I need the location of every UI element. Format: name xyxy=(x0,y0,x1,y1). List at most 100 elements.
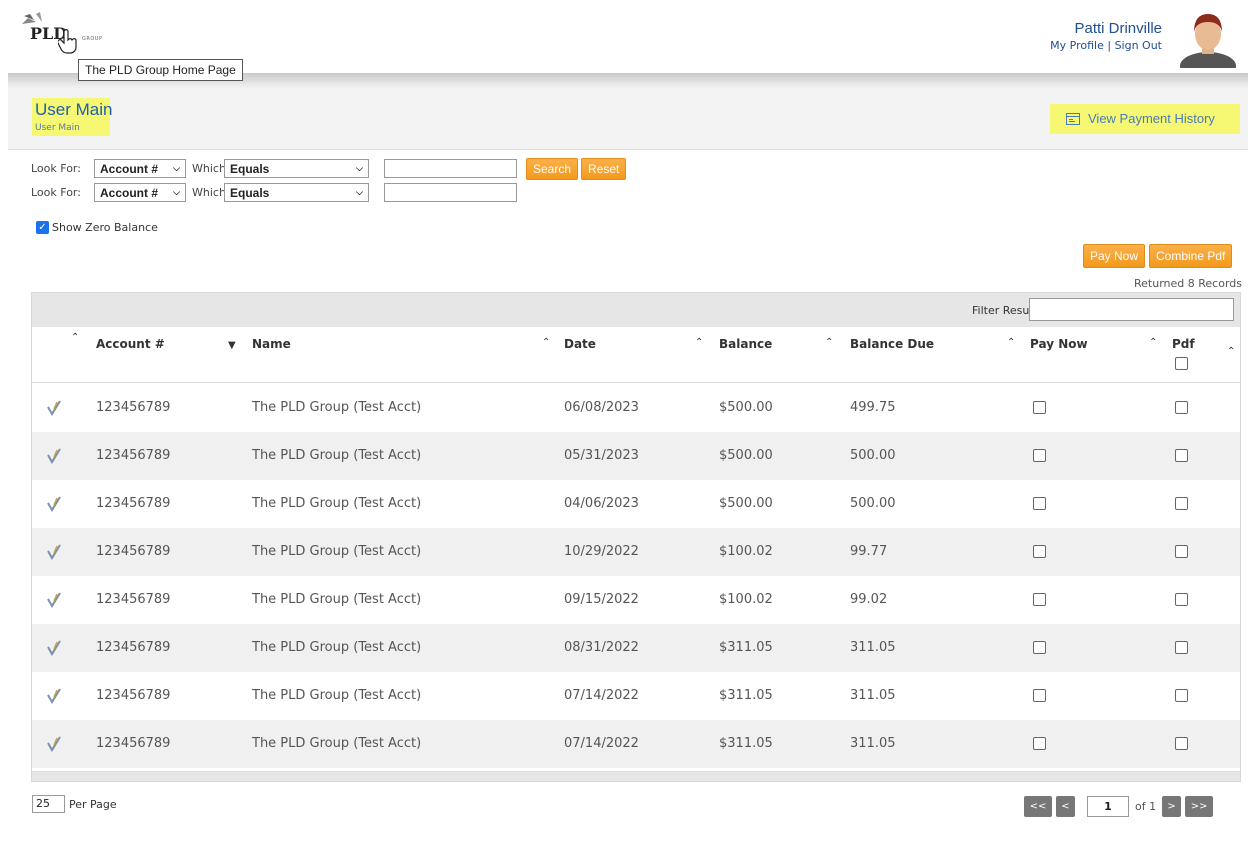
sort-up-icon[interactable]: ⌃ xyxy=(1149,337,1157,348)
checkmark-pen-icon[interactable] xyxy=(45,447,63,465)
table-row: 123456789 The PLD Group (Test Acct) 10/29/… xyxy=(32,528,1240,576)
sort-down-icon[interactable]: ▼ xyxy=(228,340,236,351)
table-row: 123456789 The PLD Group (Test Acct) 05/31/… xyxy=(32,432,1240,480)
per-page-label: Per Page xyxy=(69,797,117,811)
sort-up-icon[interactable]: ⌃ xyxy=(825,337,833,348)
checkmark-pen-icon[interactable] xyxy=(45,399,63,417)
cell-date: 07/14/2022 xyxy=(564,736,639,751)
sort-up-icon[interactable]: ⌃ xyxy=(71,332,79,343)
checkmark-pen-icon[interactable] xyxy=(45,687,63,705)
cell-balance: $311.05 xyxy=(719,688,773,703)
pdf-checkbox[interactable] xyxy=(1175,497,1188,510)
cell-name: The PLD Group (Test Acct) xyxy=(252,592,422,607)
cell-balance-due: 311.05 xyxy=(850,688,896,703)
avatar[interactable] xyxy=(1178,10,1238,68)
sign-out-link[interactable]: Sign Out xyxy=(1115,39,1162,52)
checkmark-pen-icon[interactable] xyxy=(45,495,63,513)
payment-history-icon xyxy=(1066,112,1080,125)
table-row: 123456789 The PLD Group (Test Acct) 07/14/… xyxy=(32,720,1240,768)
view-payment-history-link[interactable]: View Payment History xyxy=(1066,111,1215,126)
pdf-checkbox[interactable] xyxy=(1175,641,1188,654)
pdf-checkbox[interactable] xyxy=(1175,545,1188,558)
field-select-1[interactable]: Account # ⌵ xyxy=(94,159,186,178)
cell-balance-due: 500.00 xyxy=(850,496,896,511)
filter-results-input[interactable] xyxy=(1029,298,1234,321)
reset-button[interactable]: Reset xyxy=(581,157,627,180)
chevron-down-icon: ⌵ xyxy=(356,163,363,173)
pay-now-checkbox[interactable] xyxy=(1033,593,1046,606)
pay-now-checkbox[interactable] xyxy=(1033,449,1046,462)
cell-balance: $100.02 xyxy=(719,592,773,607)
cell-account: 123456789 xyxy=(96,592,171,607)
pay-now-checkbox[interactable] xyxy=(1033,689,1046,702)
combine-pdf-button[interactable]: Combine Pdf xyxy=(1149,244,1233,268)
cell-name: The PLD Group (Test Acct) xyxy=(252,640,422,655)
pld-logo[interactable]: PLD GROUP xyxy=(20,10,120,54)
search-row-2: Look For: Account # ⌵ Which Equals ⌵ xyxy=(31,183,517,202)
page-of-label: of 1 xyxy=(1135,800,1157,813)
pay-now-checkbox[interactable] xyxy=(1033,641,1046,654)
pdf-checkbox[interactable] xyxy=(1175,737,1188,750)
cell-date: 09/15/2022 xyxy=(564,592,639,607)
sort-up-icon[interactable]: ⌃ xyxy=(542,337,550,348)
field-select-value: Account # xyxy=(100,185,159,200)
pdf-checkbox[interactable] xyxy=(1175,401,1188,414)
pdf-select-all-checkbox[interactable] xyxy=(1175,357,1188,370)
operator-select-1[interactable]: Equals ⌵ xyxy=(224,159,369,178)
cell-date: 04/06/2023 xyxy=(564,496,639,511)
cell-balance-due: 99.77 xyxy=(850,544,888,559)
user-links: My Profile | Sign Out xyxy=(1050,39,1162,52)
search-value-input-1[interactable] xyxy=(384,159,517,178)
pay-now-checkbox[interactable] xyxy=(1033,497,1046,510)
operator-select-value: Equals xyxy=(230,161,270,176)
checkmark-pen-icon[interactable] xyxy=(45,639,63,657)
col-balance-due[interactable]: Balance Due xyxy=(850,337,934,351)
pay-now-checkbox[interactable] xyxy=(1033,401,1046,414)
pdf-checkbox[interactable] xyxy=(1175,593,1188,606)
checkmark-pen-icon[interactable] xyxy=(45,591,63,609)
col-balance[interactable]: Balance xyxy=(719,337,772,351)
show-zero-balance-checkbox[interactable]: ✓ xyxy=(36,221,49,234)
per-page-input[interactable]: 25 xyxy=(32,795,65,813)
col-pdf[interactable]: Pdf xyxy=(1172,337,1195,351)
results-table: Filter Results: ⌃ Account # ▼ Name ⌃ Dat… xyxy=(31,292,1241,782)
hand-cursor-icon xyxy=(58,29,77,54)
col-date[interactable]: Date xyxy=(564,337,596,351)
table-header: ⌃ Account # ▼ Name ⌃ Date ⌃ Balance ⌃ Ba… xyxy=(32,328,1240,383)
table-row: 123456789 The PLD Group (Test Acct) 08/31/… xyxy=(32,624,1240,672)
field-select-2[interactable]: Account # ⌵ xyxy=(94,183,186,202)
pay-now-checkbox[interactable] xyxy=(1033,545,1046,558)
sort-up-icon[interactable]: ⌃ xyxy=(695,337,703,348)
view-payment-history-label: View Payment History xyxy=(1088,111,1215,126)
show-zero-balance-label: Show Zero Balance xyxy=(52,221,158,234)
first-page-button[interactable]: << xyxy=(1024,796,1052,817)
my-profile-link[interactable]: My Profile xyxy=(1050,39,1104,52)
pay-now-checkbox[interactable] xyxy=(1033,737,1046,750)
show-zero-balance[interactable]: ✓ Show Zero Balance xyxy=(36,221,158,234)
next-page-button[interactable]: > xyxy=(1162,796,1182,817)
breadcrumb[interactable]: User Main xyxy=(35,123,80,133)
checkmark-pen-icon[interactable] xyxy=(45,735,63,753)
search-value-input-2[interactable] xyxy=(384,183,517,202)
pdf-checkbox[interactable] xyxy=(1175,449,1188,462)
last-page-button[interactable]: >> xyxy=(1185,796,1214,817)
sort-up-icon[interactable]: ⌃ xyxy=(1227,346,1235,357)
operator-select-value: Equals xyxy=(230,185,270,200)
search-button[interactable]: Search xyxy=(526,157,579,180)
table-row: 123456789 The PLD Group (Test Acct) 09/15/… xyxy=(32,576,1240,624)
pdf-checkbox[interactable] xyxy=(1175,689,1188,702)
col-account[interactable]: Account # xyxy=(96,337,165,351)
cell-date: 05/31/2023 xyxy=(564,448,639,463)
checkmark-pen-icon[interactable] xyxy=(45,543,63,561)
cell-name: The PLD Group (Test Acct) xyxy=(252,400,422,415)
which-label: Which xyxy=(192,162,226,175)
col-pay-now[interactable]: Pay Now xyxy=(1030,337,1088,351)
link-separator: | xyxy=(1107,39,1112,52)
prev-page-button[interactable]: < xyxy=(1056,796,1075,817)
per-page: 25 Per Page xyxy=(32,795,117,813)
pay-now-button[interactable]: Pay Now xyxy=(1083,244,1146,268)
operator-select-2[interactable]: Equals ⌵ xyxy=(224,183,369,202)
col-name[interactable]: Name xyxy=(252,337,291,351)
sort-up-icon[interactable]: ⌃ xyxy=(1007,337,1015,348)
page-number-input[interactable]: 1 xyxy=(1087,796,1129,817)
